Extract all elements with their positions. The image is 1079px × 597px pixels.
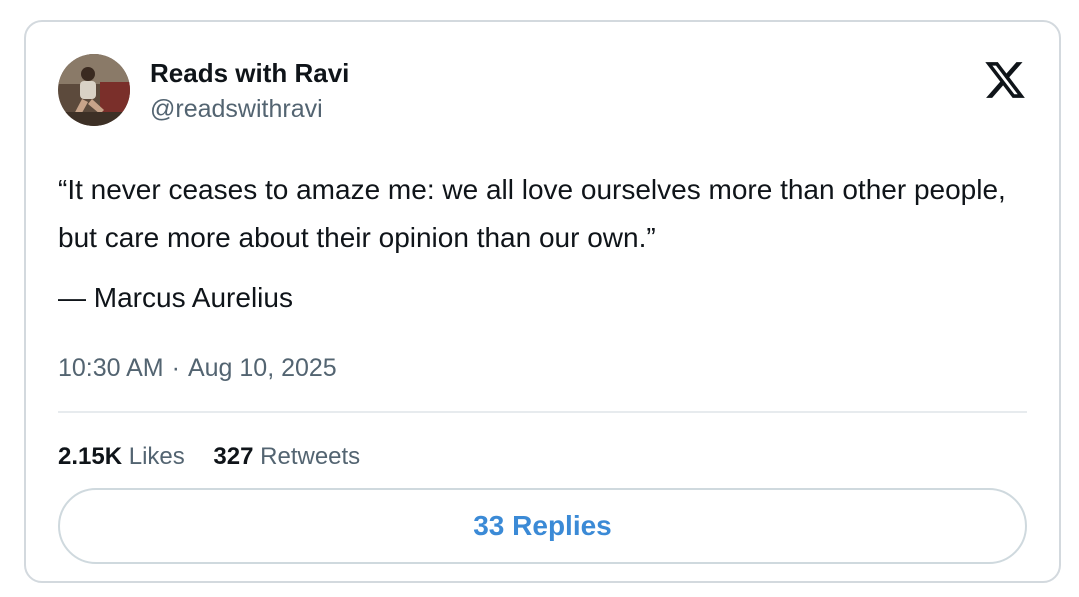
retweets-label: Retweets (260, 443, 361, 470)
likes-label: Likes (128, 443, 185, 470)
author-display-name[interactable]: Reads with Ravi (150, 58, 349, 88)
retweets-count: 327 (213, 443, 254, 470)
x-logo-icon[interactable] (983, 58, 1027, 102)
user-avatar-icon (58, 54, 130, 126)
likes-count: 2.15K (58, 443, 123, 470)
tweet-date: Aug 10, 2025 (187, 354, 337, 382)
tweet-text: “It never ceases to amaze me: we all lov… (58, 174, 1006, 253)
author-handle[interactable]: @readswithravi (150, 94, 323, 124)
avatar[interactable] (58, 54, 130, 126)
likes-stat[interactable]: 2.15K Likes (58, 442, 185, 472)
tweet-time: 10:30 AM (58, 354, 164, 382)
replies-button-label: 33 Replies (473, 510, 612, 541)
tweet-timestamp[interactable]: 10:30 AM · Aug 10, 2025 (58, 352, 337, 384)
divider (58, 411, 1027, 413)
engagement-stats: 2.15K Likes 327 Retweets (58, 442, 360, 472)
retweets-stat[interactable]: 327 Retweets (213, 442, 360, 472)
quote-attribution: — Marcus Aurelius (58, 282, 293, 313)
replies-button[interactable]: 33 Replies (58, 488, 1027, 564)
timestamp-separator: · (171, 354, 180, 382)
tweet-card: Reads with Ravi @readswithravi “It never… (24, 20, 1061, 583)
